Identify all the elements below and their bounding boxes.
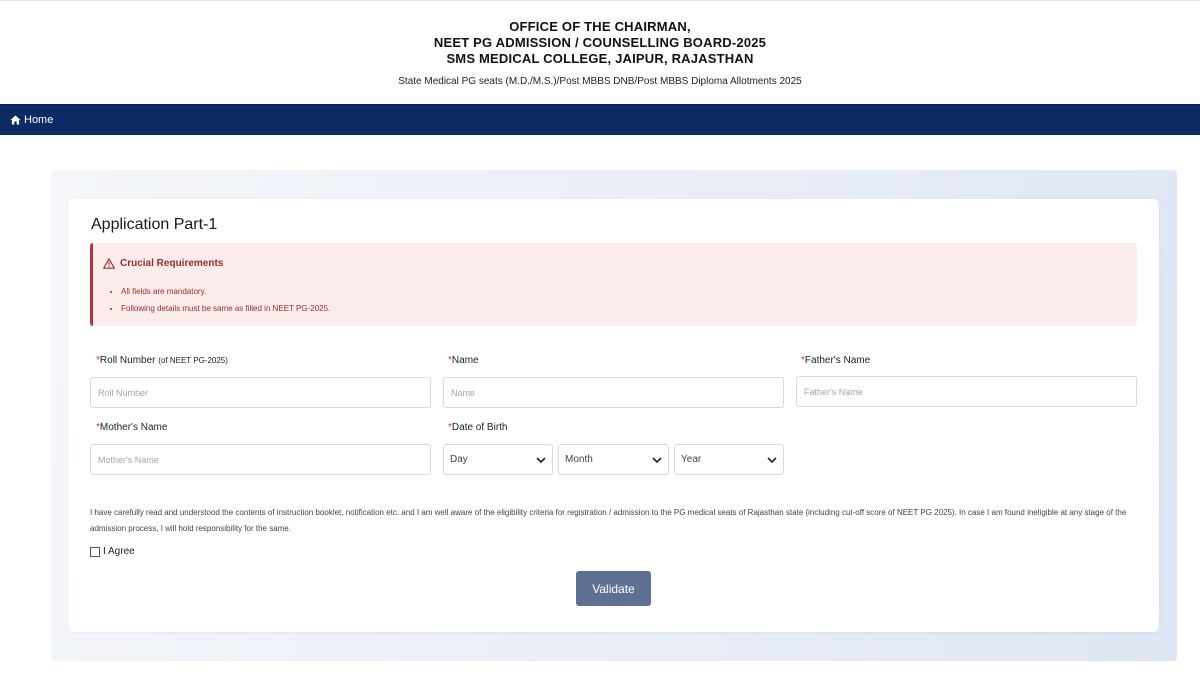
dob-year-value: Year <box>681 454 702 465</box>
dob-day-value: Day <box>450 454 468 465</box>
name-input[interactable] <box>443 377 784 408</box>
roll-number-label: *Roll Number (of NEET PG-2025) <box>96 355 228 366</box>
alert-heading: Crucial Requirements <box>120 258 224 269</box>
dob-day-select[interactable]: Day <box>443 444 553 475</box>
name-label: *Name <box>448 355 479 366</box>
application-card: Application Part-1 Crucial Requirements … <box>68 199 1159 632</box>
navbar: Home <box>0 104 1200 135</box>
chevron-down-icon <box>652 456 662 463</box>
declaration-text: I have carefully read and understood the… <box>90 508 1127 533</box>
father-name-input[interactable] <box>796 376 1137 407</box>
dob-label: *Date of Birth <box>448 422 508 433</box>
agree-row: I Agree <box>90 546 135 557</box>
form-container: Application Part-1 Crucial Requirements … <box>51 170 1177 661</box>
alert-item: All fields are mandatory. <box>121 283 330 300</box>
warning-icon <box>103 258 115 269</box>
dob-month-select[interactable]: Month <box>558 444 669 475</box>
nav-home-label: Home <box>24 114 54 126</box>
agree-checkbox[interactable] <box>90 546 100 557</box>
home-icon <box>10 115 21 125</box>
father-name-label: *Father's Name <box>801 355 871 366</box>
chevron-down-icon <box>767 456 777 463</box>
validate-button[interactable]: Validate <box>576 571 651 606</box>
header-subtitle: State Medical PG seats (M.D./M.S.)/Post … <box>398 76 802 87</box>
mother-name-input[interactable] <box>90 444 431 475</box>
chevron-down-icon <box>536 456 546 463</box>
page-header: OFFICE OF THE CHAIRMAN, NEET PG ADMISSIO… <box>0 0 1200 104</box>
roll-number-input[interactable] <box>90 377 431 408</box>
agree-label: I Agree <box>103 546 135 557</box>
nav-home-link[interactable]: Home <box>10 114 53 126</box>
header-line-1: OFFICE OF THE CHAIRMAN, <box>509 19 691 34</box>
alert-list: All fields are mandatory. Following deta… <box>121 283 330 317</box>
dob-month-value: Month <box>565 454 593 465</box>
dob-year-select[interactable]: Year <box>674 444 784 475</box>
header-line-3: SMS MEDICAL COLLEGE, JAIPUR, RAJASTHAN <box>446 51 754 66</box>
form-title: Application Part-1 <box>91 216 218 233</box>
header-line-2: NEET PG ADMISSION / COUNSELLING BOARD-20… <box>433 35 767 50</box>
requirements-alert: Crucial Requirements All fields are mand… <box>90 243 1137 326</box>
alert-item: Following details must be same as filled… <box>121 300 330 317</box>
mother-name-label: *Mother's Name <box>96 422 168 433</box>
